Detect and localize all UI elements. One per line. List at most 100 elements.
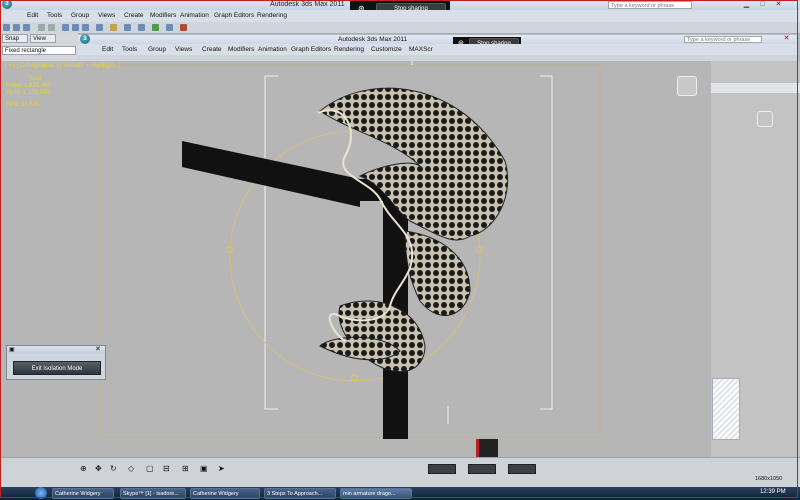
viewcube-icon[interactable] [677,76,697,96]
stats-header: Total [28,76,41,82]
region-zoom-icon[interactable]: ⊞ [182,464,189,473]
save-icon[interactable] [23,24,30,31]
resolution-text: 1680x1050 [755,476,783,482]
verts-value: 1,103,040 [23,90,50,96]
inner-window-title: Autodesk 3ds Max 2011 [338,36,408,43]
zoom-icon[interactable]: ⊕ [80,464,87,473]
isolation-dialog: ▣ ✕ Exit Isolation Mode [6,345,106,380]
mirror-icon[interactable] [124,24,131,31]
inner-menu-animation[interactable]: Animation [258,46,287,53]
menu-create[interactable]: Create [124,12,144,19]
menu-group[interactable]: Group [71,12,89,19]
windows-taskbar: Catherine Widgery Skype™ [1] - isadore..… [0,487,800,500]
lock-icon[interactable]: ⊟ [163,464,170,473]
sculpture-upper-petal [319,87,509,241]
inner-menu-views[interactable]: Views [175,46,192,53]
sculpture-lower-petal [338,300,426,373]
maximize-icon[interactable]: □ [758,1,767,9]
inner-close-icon[interactable]: ✕ [782,35,791,43]
align-icon[interactable] [138,24,145,31]
snap-label: Snap [5,36,20,42]
perspective-viewport[interactable] [0,61,711,457]
z-coordinate-field[interactable] [508,464,536,474]
x-coordinate-field[interactable] [428,464,456,474]
inner-menu-graph-editors[interactable]: Graph Editors [291,46,331,53]
inner-menu-edit[interactable]: Edit [102,46,113,53]
viewport-marker-edge [476,439,479,457]
taskbar-item-skype[interactable]: Skype™ [1] - isadore... [120,488,186,499]
inner-search-input[interactable]: Type a keyword or phrase [684,36,762,43]
inner-menu-create[interactable]: Create [202,46,222,53]
viewcube-icon-2[interactable] [757,111,773,127]
gizmo-handle-left [226,246,233,253]
rotate-icon[interactable] [82,24,89,31]
inner-menu-tools[interactable]: Tools [122,46,137,53]
taskbar-item-approach[interactable]: 3 Steps To Approach... [264,488,336,499]
minimize-icon[interactable]: ▁ [742,1,751,9]
taskbar-item-armature[interactable]: min armature drago... [340,488,412,499]
menu-animation[interactable]: Animation [180,12,209,19]
inner-menu-customize[interactable]: Customize [371,46,402,53]
horizontal-beam [182,141,360,207]
verts-label: Verts: [6,90,22,96]
viewport-marker [476,439,498,457]
viewport-scene [99,61,601,457]
frame-icon[interactable]: ▢ [146,464,154,473]
close-icon[interactable]: ✕ [774,1,783,9]
polys-label: Polys: [6,83,23,89]
material-icon[interactable] [166,24,173,31]
menu-edit[interactable]: Edit [27,12,38,19]
menu-rendering[interactable]: Rendering [257,12,287,19]
outer-window-title: Autodesk 3ds Max 2011 [270,1,345,8]
layer-icon[interactable] [152,24,159,31]
isolation-dialog-title-bar: ▣ ✕ [7,346,105,354]
inner-menu-group[interactable]: Group [148,46,166,53]
sculpture-middle-petal [404,230,471,316]
redo-icon[interactable] [48,24,55,31]
taskbar-item-catherine-2[interactable]: Catherine Widgery [190,488,260,499]
undo-icon[interactable] [38,24,45,31]
snap-icon[interactable] [110,24,117,31]
inner-title-bar: 3 Autodesk 3ds Max 2011 Type a keyword o… [78,34,797,44]
select-arrow-icon[interactable]: ➤ [218,464,225,473]
select-icon[interactable] [62,24,69,31]
inner-menu-modifiers[interactable]: Modifiers [228,46,254,53]
menu-modifiers[interactable]: Modifiers [150,12,176,19]
command-panel: Snap View Fixed rectangle [0,33,78,61]
view-label: View [33,36,46,42]
snap-tab[interactable]: Snap [2,34,28,43]
menu-graph-editors[interactable]: Graph Editors [214,12,254,19]
pan-icon[interactable]: ✥ [95,464,102,473]
selection-region-dropdown[interactable]: Fixed rectangle [2,46,76,55]
outer-toolbar [0,22,800,34]
menu-tools[interactable]: Tools [47,12,62,19]
app-logo-icon[interactable]: 3 [2,0,12,9]
status-bar: ⊕ ✥ ↻ ◇ ▢ ⊟ ⊞ ▣ ➤ 1680x1050 [0,457,800,488]
fov-icon[interactable]: ◇ [128,464,134,473]
start-button-icon[interactable] [35,487,47,499]
view-tab[interactable]: View [30,34,56,43]
new-icon[interactable] [3,24,10,31]
maximize-viewport-icon[interactable]: ▣ [200,464,208,473]
inner-app-logo-icon[interactable]: 3 [80,34,90,44]
selection-region-label: Fixed rectangle [5,48,47,54]
taskbar-clock[interactable]: 12:39 PM [760,489,786,495]
gizmo-handle-bottom [351,374,358,381]
orbit-icon[interactable]: ↻ [110,464,117,473]
right-panel-header [711,83,800,93]
inner-menu-maxscript[interactable]: MAXScr [409,46,433,53]
viewport-label[interactable]: [ + ] [ Orthographic ] [ Smooth + Highli… [5,63,120,69]
open-icon[interactable] [13,24,20,31]
viewport-stats: Total Polys: 1,629,060 Verts: 1,103,040 … [6,76,51,109]
menu-views[interactable]: Views [98,12,115,19]
move-icon[interactable] [72,24,79,31]
dialog-close-icon[interactable]: ✕ [95,345,101,353]
render-icon[interactable] [180,24,187,31]
outer-search-input[interactable]: Type a keyword or phrase [608,1,692,9]
inner-menu-rendering[interactable]: Rendering [334,46,364,53]
taskbar-item-catherine-1[interactable]: Catherine Widgery [52,488,114,499]
fps-value: 14.826 [21,102,40,108]
exit-isolation-mode-button[interactable]: Exit Isolation Mode [13,361,101,375]
y-coordinate-field[interactable] [468,464,496,474]
scale-icon[interactable] [96,24,103,31]
